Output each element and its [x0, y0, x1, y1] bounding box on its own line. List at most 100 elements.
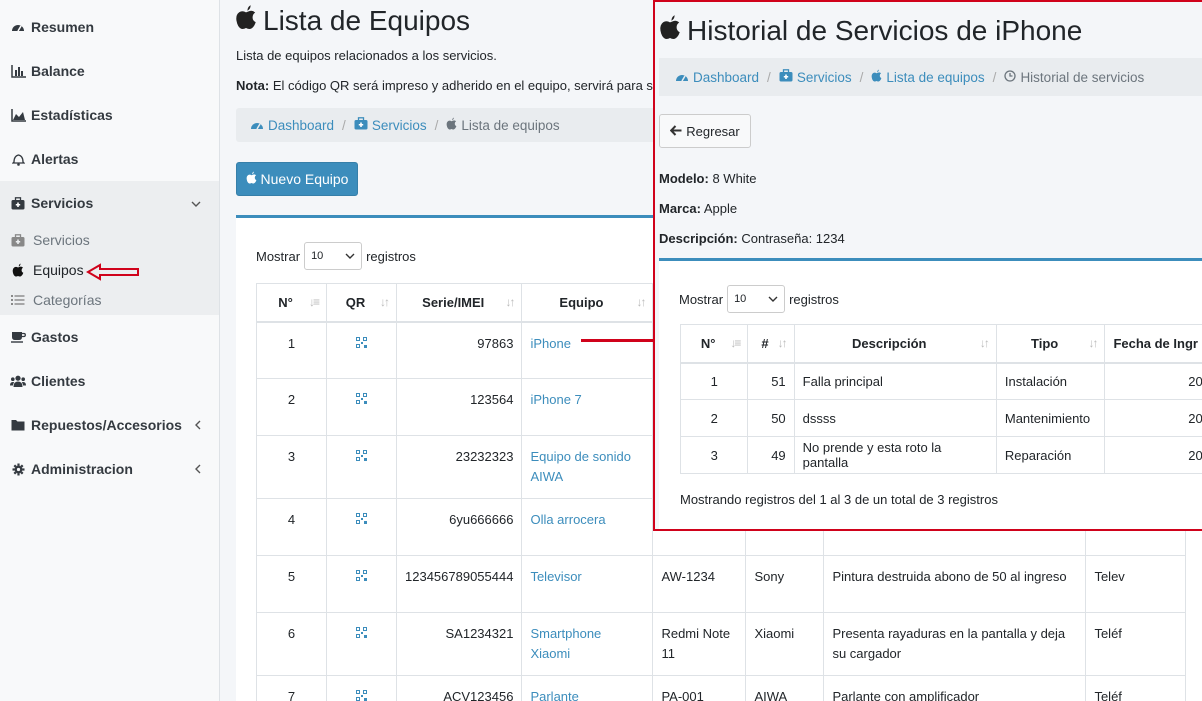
- medkit-icon: [354, 117, 368, 130]
- sort-icon: ↓≡: [730, 336, 741, 350]
- cell-fecha: 202: [1104, 436, 1202, 474]
- cell-equipo: iPhone 7: [521, 378, 654, 436]
- coffee-icon: [8, 331, 28, 343]
- sidebar-subitem-servicios[interactable]: Servicios: [0, 225, 219, 255]
- column-header-serie[interactable]: Serie/IMEI ↓↑: [395, 283, 523, 323]
- column-header-qr[interactable]: QR ↓↑: [326, 283, 397, 323]
- equipment-link[interactable]: Equipo de sonido AIWA: [530, 449, 630, 484]
- medkit-icon: [8, 196, 28, 210]
- cell-n: 4: [256, 498, 327, 556]
- table-row: 5 123456789055444 Televisor AW-1234 Sony Pint…: [256, 555, 1187, 613]
- column-header-id[interactable]: # ↓↑: [747, 324, 795, 364]
- chevron-down-icon: [345, 253, 355, 259]
- equipment-link[interactable]: iPhone 7: [530, 392, 581, 407]
- modelo-field: Modelo: 8 White: [659, 171, 757, 186]
- back-button[interactable]: Regresar: [659, 114, 751, 148]
- qr-code-icon[interactable]: [326, 612, 397, 676]
- qr-code-icon[interactable]: [326, 555, 397, 613]
- cell-n: 1: [679, 362, 749, 400]
- sidebar-item-repuestos[interactable]: Repuestos/Accesorios: [0, 403, 219, 447]
- cell-serie: SA1234321: [395, 612, 523, 676]
- marca-field: Marca: Apple: [659, 201, 738, 216]
- sort-icon: ↓↑: [777, 336, 788, 350]
- sidebar-subitem-label: Equipos: [33, 262, 84, 278]
- equipment-link[interactable]: Televisor: [530, 569, 581, 584]
- cell-tipo: Telev: [1085, 555, 1187, 613]
- cell-equipo: iPhone: [521, 321, 654, 379]
- cell-n: 3: [679, 436, 749, 474]
- sidebar-item-estadisticas[interactable]: Estadísticas: [0, 93, 219, 137]
- breadcrumb-lista-equipos[interactable]: Lista de equipos: [871, 69, 985, 85]
- column-header-equipo[interactable]: Equipo ↓↑: [521, 283, 654, 323]
- column-header-descripcion[interactable]: Descripción ↓↑: [793, 324, 997, 364]
- page-length-control: Mostrar 10 registros: [679, 285, 839, 313]
- qr-code-icon[interactable]: [326, 435, 397, 499]
- dashboard-icon: [8, 20, 28, 34]
- apple-icon: [8, 263, 28, 277]
- equipment-link[interactable]: Smartphone Xiaomi: [530, 626, 601, 661]
- cell-tipo: Instalación: [995, 362, 1106, 400]
- sidebar-subitem-label: Categorías: [33, 292, 102, 308]
- cell-modelo: Redmi Note 11: [652, 612, 747, 676]
- page-note: Nota: El código QR será impreso y adheri…: [236, 78, 660, 93]
- equipment-link[interactable]: Olla arrocera: [530, 512, 605, 527]
- breadcrumb-servicios[interactable]: Servicios: [779, 69, 852, 85]
- equipment-link[interactable]: iPhone: [530, 336, 570, 351]
- apple-icon: [235, 4, 263, 37]
- sidebar-item-alertas[interactable]: Alertas: [0, 137, 219, 181]
- panel-title: Historial de Servicios de iPhone: [659, 14, 1082, 47]
- new-equipment-button[interactable]: Nuevo Equipo: [236, 162, 358, 196]
- column-header-n[interactable]: N° ↓≡: [679, 324, 749, 364]
- qr-code-icon[interactable]: [326, 321, 397, 379]
- page-length-select[interactable]: 10: [304, 242, 363, 270]
- panel-title-text: Historial de Servicios de iPhone: [687, 14, 1083, 46]
- page-description: Lista de equipos relacionados a los serv…: [236, 48, 497, 63]
- page-title-text: Lista de Equipos: [263, 4, 471, 36]
- table-row: 7 ACV123456 Parlante PA-001 AIWA Parlante con…: [256, 675, 1187, 701]
- chevron-down-icon: [768, 296, 778, 302]
- column-header-fecha[interactable]: Fecha de Ingr: [1104, 324, 1202, 364]
- folder-icon: [8, 419, 28, 431]
- sidebar-item-label: Alertas: [31, 151, 79, 167]
- annotation-line: [581, 339, 655, 342]
- breadcrumb-current: Historial de servicios: [1004, 70, 1144, 85]
- apple-icon: [659, 14, 687, 47]
- sidebar-subitem-categorias[interactable]: Categorías: [0, 285, 219, 315]
- qr-code-icon[interactable]: [326, 378, 397, 436]
- sidebar-item-clientes[interactable]: Clientes: [0, 359, 219, 403]
- sort-icon: ↓↑: [380, 295, 390, 309]
- cell-serie: 97863: [395, 321, 523, 379]
- sidebar-item-balance[interactable]: Balance: [0, 49, 219, 93]
- qr-code-icon[interactable]: [326, 675, 397, 701]
- equipment-link[interactable]: Parlante: [530, 689, 578, 701]
- sidebar-item-administracion[interactable]: Administracion: [0, 447, 219, 491]
- note-label: Nota:: [236, 78, 270, 93]
- sort-icon: ↓↑: [979, 336, 990, 350]
- cell-id: 51: [747, 362, 795, 400]
- chevron-down-icon: [191, 196, 201, 211]
- table-row: 6 SA1234321 Smartphone Xiaomi Redmi Note 11…: [256, 612, 1187, 676]
- sidebar-item-resumen[interactable]: Resumen: [0, 5, 219, 49]
- sidebar-item-label: Repuestos/Accesorios: [31, 417, 182, 433]
- column-header-tipo[interactable]: Tipo ↓↑: [995, 324, 1106, 364]
- cell-tipo: Mantenimiento: [995, 399, 1106, 437]
- qr-code-icon[interactable]: [326, 498, 397, 556]
- history-card: Mostrar 10 registros N° ↓≡ # ↓↑ Descripció…: [659, 258, 1202, 529]
- breadcrumb-dashboard[interactable]: Dashboard: [250, 118, 334, 133]
- cell-equipo: Televisor: [521, 555, 654, 613]
- breadcrumb-servicios[interactable]: Servicios: [354, 117, 427, 133]
- list-icon: [8, 294, 28, 306]
- cell-serie: 123456789055444: [395, 555, 523, 613]
- cell-descripcion: No prende y esta roto la pantalla: [793, 436, 997, 474]
- table-row: 151Falla principalInstalación202: [679, 362, 1202, 400]
- cell-n: 7: [256, 675, 327, 701]
- sidebar-item-servicios[interactable]: Servicios: [0, 181, 219, 225]
- cell-equipo: Equipo de sonido AIWA: [521, 435, 654, 499]
- page-length-select[interactable]: 10: [727, 285, 786, 313]
- dashboard-icon: [250, 118, 264, 130]
- service-history-panel: Historial de Servicios de iPhone Dashboa…: [653, 0, 1202, 531]
- breadcrumb-dashboard[interactable]: Dashboard: [675, 70, 759, 85]
- breadcrumb-current: Lista de equipos: [446, 117, 560, 133]
- sidebar-item-gastos[interactable]: Gastos: [0, 315, 219, 359]
- column-header-n[interactable]: N° ↓≡: [256, 283, 327, 323]
